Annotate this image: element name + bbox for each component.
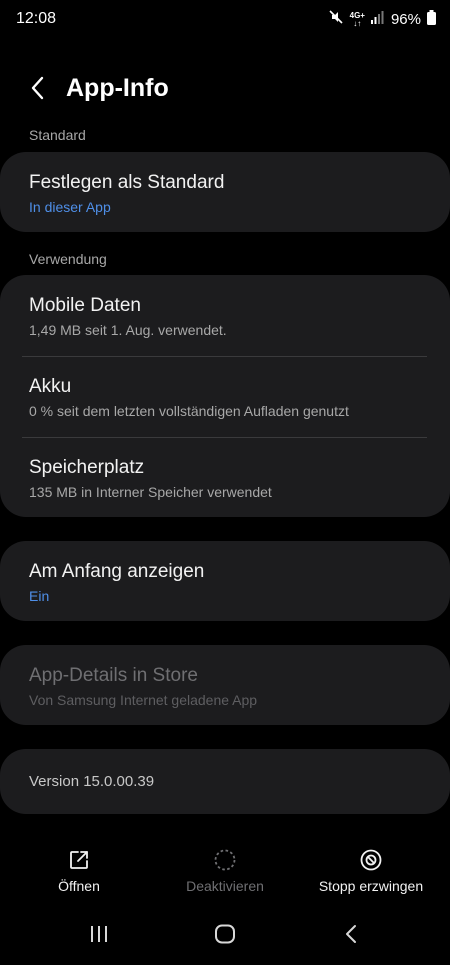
- storage-item[interactable]: Speicherplatz 135 MB in Interner Speiche…: [0, 437, 450, 517]
- battery-icon: [427, 9, 436, 30]
- deactivate-icon: [213, 848, 237, 872]
- force-stop-button[interactable]: Stopp erzwingen: [296, 840, 446, 894]
- deactivate-label: Deaktivieren: [186, 878, 264, 894]
- show-on-top-card: Am Anfang anzeigen Ein: [0, 541, 450, 621]
- system-nav-bar: [0, 915, 450, 957]
- mobile-data-item[interactable]: Mobile Daten 1,49 MB seit 1. Aug. verwen…: [0, 275, 450, 356]
- home-button[interactable]: [205, 923, 245, 949]
- network-activity: ↓↑: [353, 18, 362, 28]
- standard-card: Festlegen als Standard In dieser App: [0, 152, 450, 232]
- force-stop-label: Stopp erzwingen: [318, 878, 424, 894]
- mobile-data-subtitle: 1,49 MB seit 1. Aug. verwendet.: [29, 322, 227, 338]
- usage-card: Mobile Daten 1,49 MB seit 1. Aug. verwen…: [0, 275, 450, 517]
- back-arrow-icon: [344, 924, 358, 949]
- status-time: 12:08: [16, 10, 57, 27]
- block-icon: [359, 848, 383, 872]
- set-as-default-value: In dieser App: [29, 199, 111, 215]
- version-card: Version 15.0.00.39: [0, 749, 450, 814]
- open-button[interactable]: Öffnen: [4, 840, 154, 894]
- storage-subtitle: 135 MB in Interner Speicher verwendet: [29, 484, 272, 500]
- back-button[interactable]: [20, 72, 56, 108]
- signal-icon: [370, 10, 385, 29]
- home-icon: [214, 924, 236, 949]
- status-icons: 4G+ ↓↑ 96%: [328, 9, 436, 30]
- deactivate-button: Deaktivieren: [150, 840, 300, 894]
- recent-apps-button[interactable]: [79, 923, 119, 949]
- network-type-icon: 4G+ ↓↑: [350, 11, 365, 28]
- status-bar: 12:08 4G+ ↓↑ 96%: [0, 0, 450, 40]
- storage-title: Speicherplatz: [29, 457, 145, 478]
- battery-percent: 96%: [390, 11, 421, 28]
- store-details-subtitle: Von Samsung Internet geladene App: [29, 692, 258, 708]
- section-label-standard: Standard: [29, 127, 86, 143]
- show-on-top-value: Ein: [29, 588, 50, 604]
- battery-title: Akku: [29, 376, 72, 397]
- version-item: Version 15.0.00.39: [0, 749, 450, 790]
- back-nav-button[interactable]: [331, 923, 371, 949]
- set-as-default-title: Festlegen als Standard: [29, 172, 225, 193]
- open-external-icon: [67, 848, 91, 872]
- store-details-item: App-Details in Store Von Samsung Interne…: [0, 645, 450, 708]
- page-title: App-Info: [66, 74, 169, 102]
- chevron-left-icon: [30, 76, 46, 105]
- section-label-usage: Verwendung: [29, 251, 107, 267]
- open-label: Öffnen: [58, 878, 100, 894]
- set-as-default-item[interactable]: Festlegen als Standard In dieser App: [0, 152, 450, 215]
- recent-apps-icon: [89, 925, 109, 948]
- show-on-top-title: Am Anfang anzeigen: [29, 561, 205, 582]
- store-details-card: App-Details in Store Von Samsung Interne…: [0, 645, 450, 725]
- mute-icon: [328, 9, 344, 30]
- bottom-actions: Öffnen Deaktivieren Stopp erzwingen: [0, 840, 450, 900]
- mobile-data-title: Mobile Daten: [29, 295, 141, 316]
- version-text: Version 15.0.00.39: [29, 773, 155, 790]
- app-bar: App-Info: [0, 68, 450, 112]
- store-details-title: App-Details in Store: [29, 665, 198, 686]
- battery-subtitle: 0 % seit dem letzten vollständigen Aufla…: [29, 403, 349, 419]
- show-on-top-item[interactable]: Am Anfang anzeigen Ein: [0, 541, 450, 604]
- battery-item[interactable]: Akku 0 % seit dem letzten vollständigen …: [0, 356, 450, 437]
